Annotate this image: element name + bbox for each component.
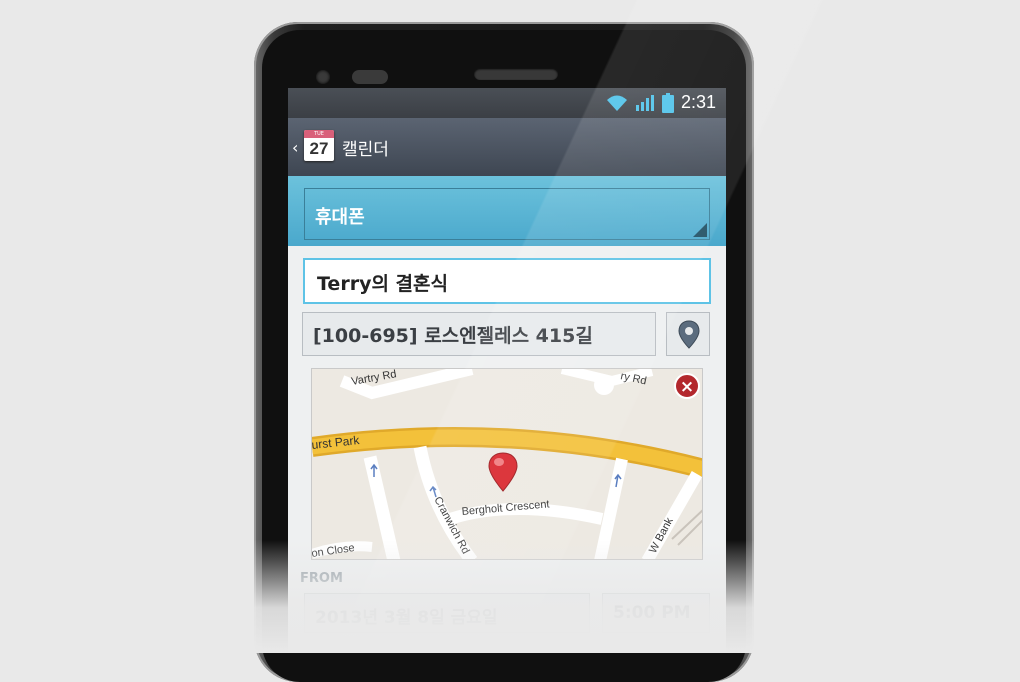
proximity-sensor xyxy=(352,70,388,84)
battery-icon xyxy=(661,92,674,113)
from-date-value: 2013년 3월 8일 금요일 xyxy=(315,608,498,628)
map-label-w-bank: W Bank xyxy=(647,515,676,555)
status-bar: 2:31 xyxy=(288,88,726,118)
map-white-dot xyxy=(594,375,614,395)
map-road-right-vertical xyxy=(594,457,628,559)
from-date-field[interactable]: 2013년 3월 8일 금요일 xyxy=(304,593,590,633)
event-location-input[interactable]: [100-695] 로스엔젤레스 415길 xyxy=(302,312,656,356)
back-chevron-icon[interactable]: ‹ xyxy=(292,138,298,157)
from-time-value: 5:00 PM xyxy=(613,603,691,623)
wifi-icon xyxy=(606,95,627,111)
front-camera xyxy=(316,70,330,84)
app-title: 캘린더 xyxy=(342,140,389,160)
location-map[interactable]: Vartry Rd urst Park Bergholt Crescent Cr… xyxy=(311,368,703,560)
map-location-pin-icon xyxy=(488,452,518,492)
calendar-icon-weekday: TUE xyxy=(304,130,334,138)
location-pin-button[interactable] xyxy=(666,312,710,356)
event-title-value: Terry의 결혼식 xyxy=(317,273,448,295)
earpiece-speaker xyxy=(474,68,558,80)
event-title-input[interactable]: Terry의 결혼식 xyxy=(303,258,711,304)
calendar-app-icon[interactable]: TUE 27 xyxy=(304,130,334,161)
from-time-field[interactable]: 5:00 PM xyxy=(602,593,710,633)
signal-icon xyxy=(635,94,654,111)
status-clock: 2:31 xyxy=(680,92,716,112)
event-location-value: [100-695] 로스엔젤레스 415길 xyxy=(313,325,593,347)
map-label-cranwich-rd: Cranwich Rd xyxy=(431,495,471,556)
account-label: 휴대폰 xyxy=(315,207,365,228)
dropdown-corner-icon xyxy=(693,223,707,237)
account-bar: 휴대폰 xyxy=(288,176,726,246)
account-dropdown[interactable]: 휴대폰 xyxy=(304,188,710,240)
map-label-close: on Close xyxy=(312,542,355,560)
from-label: FROM xyxy=(300,571,343,586)
action-bar: ‹ TUE 27 캘린더 xyxy=(288,118,726,176)
phone-screen: 2:31 ‹ TUE 27 캘린더 휴대폰 Terry의 결혼식 [100-69… xyxy=(288,88,726,653)
calendar-icon-day: 27 xyxy=(309,139,329,158)
map-pin-icon xyxy=(678,320,700,349)
map-close-icon[interactable]: × xyxy=(674,373,700,399)
